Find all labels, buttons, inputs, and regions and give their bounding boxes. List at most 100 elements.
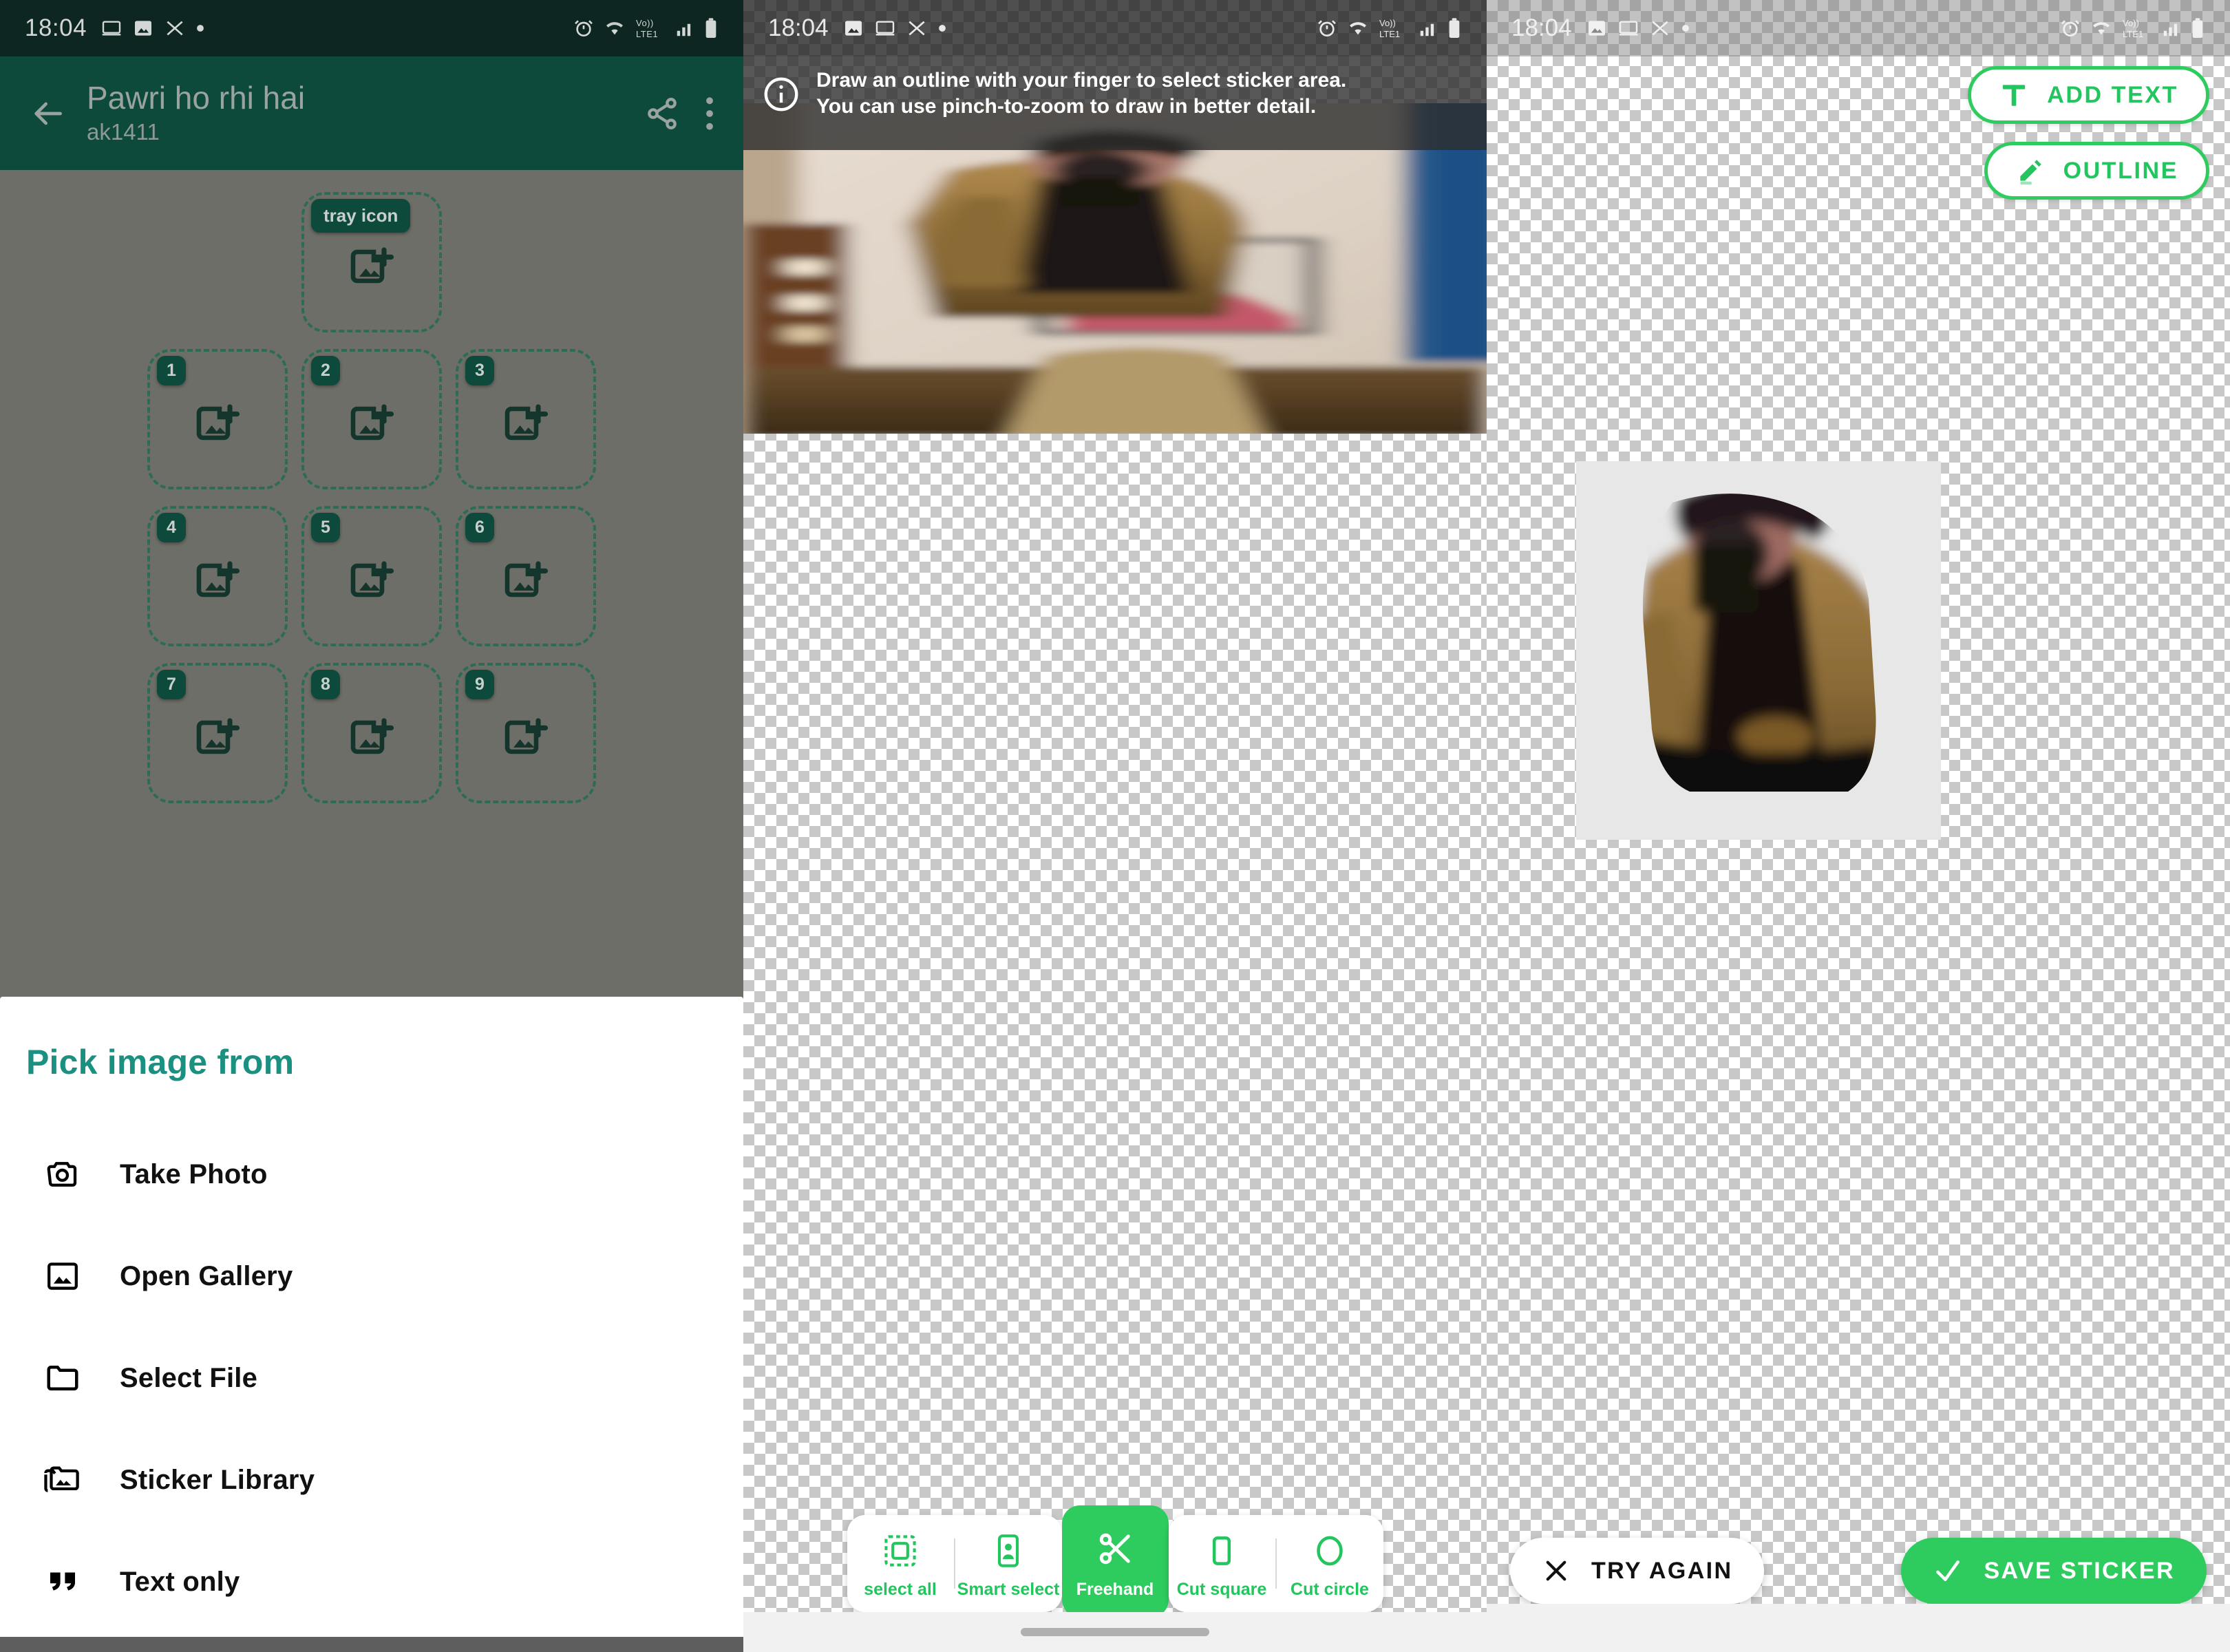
- sticker-cell-4[interactable]: 4: [147, 506, 288, 646]
- cell-number-badge: 1: [157, 356, 186, 385]
- share-icon[interactable]: [644, 96, 680, 131]
- image-icon: [132, 17, 154, 39]
- add-image-icon: [193, 558, 242, 607]
- instruction-line-2: You can use pinch-to-zoom to draw in bet…: [816, 95, 1317, 118]
- sticker-cell-7[interactable]: 7: [147, 663, 288, 803]
- battery-icon: [703, 17, 719, 39]
- add-text-button[interactable]: ADD TEXT: [1968, 66, 2209, 124]
- svg-text:Vo)): Vo)): [1379, 18, 1396, 28]
- status-bar: 18:04 Vo)) LTE1: [0, 0, 743, 56]
- alarm-icon: [1316, 17, 1338, 39]
- sticker-cell-5[interactable]: 5: [301, 506, 442, 646]
- cell-number-badge: 7: [157, 670, 186, 699]
- outline-label: OUTLINE: [2063, 157, 2178, 184]
- back-button[interactable]: [21, 87, 74, 140]
- sticker-cell-1[interactable]: 1: [147, 349, 288, 489]
- signal-icon: [1418, 18, 1438, 39]
- photo-canvas[interactable]: [743, 103, 1487, 434]
- tool-label: Freehand: [1076, 1580, 1154, 1599]
- sticker-row-1: 1 2 3: [0, 341, 743, 498]
- sheet-item-select-file[interactable]: Select File: [0, 1327, 743, 1429]
- battery-icon: [1447, 17, 1462, 39]
- status-bar-right: Vo)) LTE1: [573, 17, 719, 40]
- sheet-item-label: Take Photo: [120, 1158, 268, 1189]
- tool-select-all[interactable]: select all: [847, 1515, 954, 1612]
- shuffle-icon: [906, 17, 928, 39]
- desktop-icon: [1617, 17, 1639, 39]
- volte-icon: Vo)) LTE1: [635, 17, 666, 40]
- panel-sticker-preview: 18:04 Vo)) LTE1 ADD TEXT OUTLINE TRY AGA…: [1487, 0, 2230, 1652]
- sticker-cell-2[interactable]: 2: [301, 349, 442, 489]
- alarm-icon: [573, 17, 595, 39]
- sheet-item-open-gallery[interactable]: Open Gallery: [0, 1225, 743, 1327]
- svg-text:LTE1: LTE1: [2123, 29, 2143, 39]
- volte-icon: Vo)) LTE1: [2121, 17, 2153, 40]
- page-subtitle: ak1411: [87, 118, 160, 145]
- try-again-label: TRY AGAIN: [1591, 1557, 1733, 1584]
- sheet-item-sticker-library[interactable]: Sticker Library: [0, 1429, 743, 1531]
- tool-label: Cut circle: [1291, 1580, 1369, 1599]
- save-sticker-button[interactable]: SAVE STICKER: [1901, 1538, 2207, 1604]
- add-image-icon: [347, 714, 396, 764]
- status-bar-clock: 18:04: [1511, 14, 1572, 41]
- cell-number-badge: 6: [465, 513, 494, 542]
- camera-icon: [43, 1154, 83, 1194]
- tray-icon-row: tray icon: [0, 184, 743, 341]
- shuffle-icon: [164, 17, 186, 39]
- tool-label: Cut square: [1176, 1580, 1267, 1599]
- image-icon: [43, 1256, 83, 1296]
- app-bar-titles: Pawri ho rhi hai ak1411: [74, 81, 644, 145]
- sticker-cell-3[interactable]: 3: [456, 349, 596, 489]
- svg-text:LTE1: LTE1: [1379, 29, 1400, 39]
- source-photo: [743, 103, 1487, 434]
- tool-smart-select[interactable]: Smart select: [955, 1515, 1062, 1612]
- outline-button[interactable]: OUTLINE: [1984, 142, 2209, 200]
- sticker-preview-frame[interactable]: [1576, 461, 1941, 840]
- desktop-icon: [100, 17, 123, 39]
- sheet-item-label: Text only: [120, 1566, 240, 1597]
- navigation-bar: [0, 1637, 743, 1652]
- sticker-cell-8[interactable]: 8: [301, 663, 442, 803]
- sticker-cell-6[interactable]: 6: [456, 506, 596, 646]
- app-bar: Pawri ho rhi hai ak1411: [0, 56, 743, 170]
- cutout-sticker-image: [1642, 494, 1876, 792]
- sheet-item-label: Sticker Library: [120, 1464, 315, 1495]
- sheet-item-take-photo[interactable]: Take Photo: [0, 1123, 743, 1225]
- cell-number-badge: 3: [465, 356, 494, 385]
- try-again-button[interactable]: TRY AGAIN: [1510, 1538, 1765, 1604]
- cell-number-badge: 4: [157, 513, 186, 542]
- tray-icon-cell[interactable]: tray icon: [301, 192, 442, 332]
- sheet-item-text-only[interactable]: Text only: [0, 1531, 743, 1633]
- status-bar-left: 18:04: [25, 14, 205, 42]
- instruction-banner: Draw an outline with your finger to sele…: [743, 56, 1487, 150]
- tool-cut-circle[interactable]: Cut circle: [1277, 1515, 1383, 1612]
- preview-top-actions: ADD TEXT OUTLINE: [1968, 66, 2209, 200]
- bottom-sheet-title: Pick image from: [26, 1043, 295, 1081]
- folder-icon: [43, 1358, 83, 1398]
- wifi-icon: [603, 17, 626, 39]
- alarm-icon: [2059, 17, 2081, 39]
- navigation-bar: [1487, 1604, 2230, 1652]
- svg-text:Vo)): Vo)): [636, 18, 654, 28]
- add-image-icon: [501, 714, 551, 764]
- status-bar-right: Vo)) LTE1: [1316, 17, 1462, 40]
- save-sticker-label: SAVE STICKER: [1984, 1557, 2175, 1584]
- tray-icon-badge: tray icon: [311, 199, 411, 233]
- status-bar-left: 18:04: [768, 14, 947, 42]
- select-all-icon: [882, 1533, 918, 1569]
- tool-group-right: Cut square Cut circle: [1168, 1515, 1383, 1612]
- app-bar-actions: [644, 94, 723, 133]
- add-image-icon: [501, 558, 551, 607]
- panel-cutout-editor: 18:04 Vo)) LTE1 Draw an outline with you…: [743, 0, 1487, 1652]
- close-icon: [1542, 1556, 1571, 1585]
- scissors-icon: [1095, 1529, 1135, 1569]
- tool-freehand[interactable]: Freehand: [1061, 1505, 1169, 1618]
- tool-label: Smart select: [957, 1580, 1060, 1599]
- cell-number-badge: 9: [465, 670, 494, 699]
- more-vertical-icon[interactable]: [703, 94, 716, 133]
- info-icon: [761, 74, 801, 114]
- tool-cut-square[interactable]: Cut square: [1169, 1515, 1275, 1612]
- sticker-cell-9[interactable]: 9: [456, 663, 596, 803]
- gesture-handle[interactable]: [1021, 1628, 1209, 1636]
- check-icon: [1933, 1556, 1963, 1586]
